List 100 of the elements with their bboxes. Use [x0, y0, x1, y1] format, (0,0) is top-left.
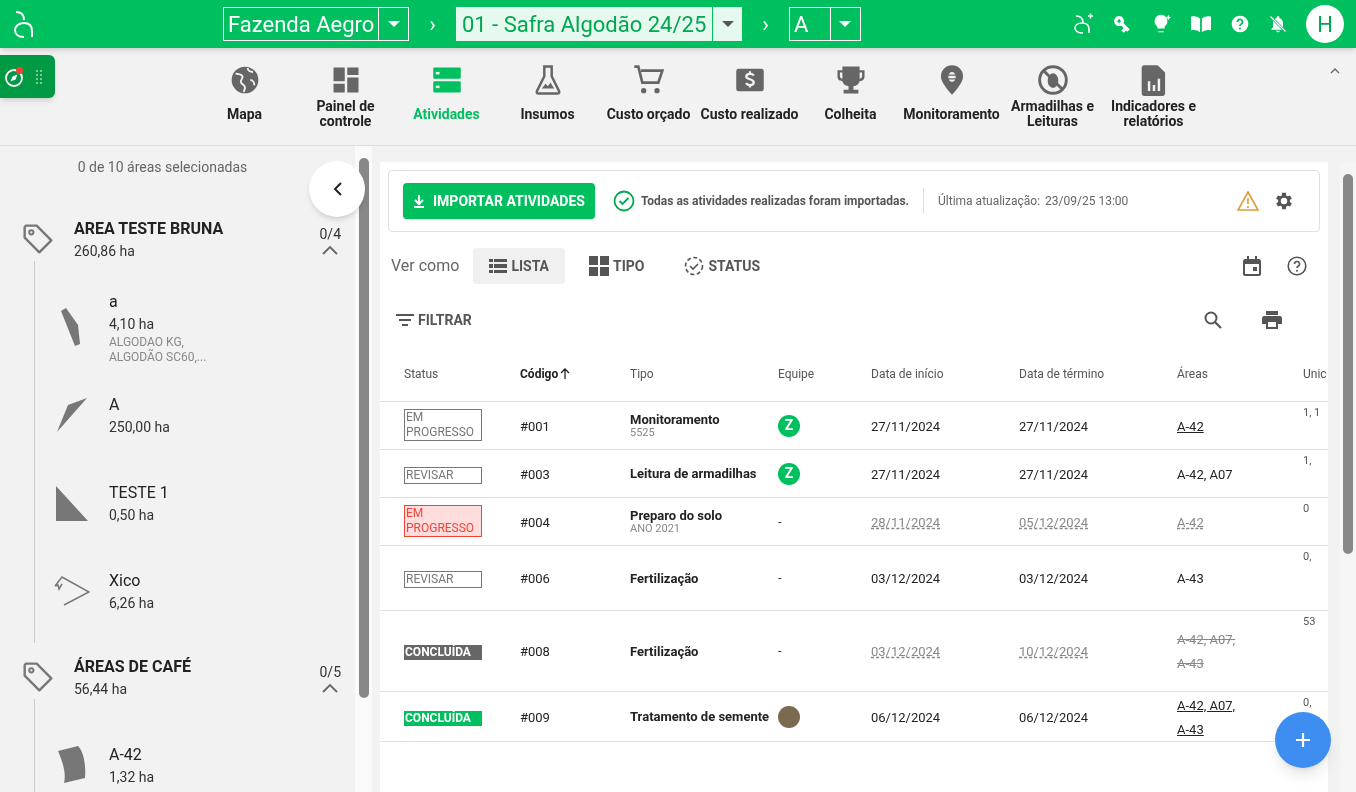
type-cell-text: Fertilização — [630, 643, 700, 659]
areas-cell: A-42, A07, A-43 — [1177, 632, 1236, 671]
status-badge: EM PROGRESSO — [404, 504, 482, 537]
key-icon[interactable] — [1112, 14, 1132, 34]
area-item[interactable]: A-42 1,32 ha — [35, 721, 355, 792]
area-name: TESTE 1 — [109, 481, 169, 504]
team-cell-text: - — [778, 642, 782, 661]
area-item[interactable]: Xico 6,26 ha — [35, 547, 355, 635]
code-cell: #003 — [520, 466, 550, 482]
floating-compass-widget[interactable] — [0, 55, 55, 98]
nav-item[interactable]: Monitoramento — [901, 62, 1002, 145]
field-shape-icon — [57, 746, 87, 784]
collapse-icon[interactable] — [322, 244, 339, 255]
drag-handle-icon[interactable] — [36, 69, 42, 84]
print-icon[interactable] — [1262, 311, 1282, 329]
view-tab[interactable]: TIPO — [573, 248, 661, 284]
column-header[interactable]: Data de início — [871, 364, 1019, 383]
start-date-cell: 28/11/2024 — [871, 514, 941, 530]
area-group-header[interactable]: ÁREAS DE CAFÉ 56,44 ha 0/5 — [0, 655, 355, 699]
code-cell: #001 — [520, 418, 550, 434]
search-icon[interactable] — [1204, 311, 1222, 329]
last-update-label: Última atualização: — [938, 192, 1041, 210]
import-status-message: Todas as atividades realizadas foram importadas. — [640, 193, 910, 210]
nav-item[interactable]: Custo orçado — [598, 62, 699, 145]
areas-cell: A-42 — [1177, 418, 1204, 434]
group-name: AREA TESTE BRUNA — [74, 217, 225, 240]
team-cell-text: - — [778, 512, 782, 531]
group-area: 260,86 ha — [74, 240, 320, 262]
end-date-cell: 10/12/2024 — [1019, 644, 1089, 659]
tag-icon — [22, 661, 54, 693]
column-header[interactable]: Data de término — [1019, 364, 1177, 383]
status-badge: REVISAR — [404, 571, 482, 588]
table-cell-text: 53 — [1303, 615, 1317, 628]
collapse-icon[interactable] — [1330, 68, 1340, 74]
type-detail: 5525 — [630, 427, 656, 439]
collapse-sidebar-button[interactable] — [309, 161, 365, 217]
user-avatar-placeholder — [778, 705, 800, 728]
area-name: A-42 — [109, 743, 143, 766]
pin-bug-icon — [938, 64, 965, 96]
nav-item[interactable]: Colheita — [800, 62, 901, 145]
view-tab[interactable]: LISTA — [473, 248, 565, 284]
column-header[interactable]: Tipo — [630, 364, 778, 383]
list-rows-icon — [431, 65, 462, 95]
settings-icon[interactable] — [1273, 190, 1295, 212]
report-chart-icon — [1140, 64, 1167, 96]
start-date-cell: 03/12/2024 — [871, 571, 941, 586]
column-header[interactable]: Status — [404, 364, 520, 383]
nav-item[interactable]: Indicadores e relatórios — [1103, 62, 1204, 145]
table-cell-text: 1, 1 — [1303, 406, 1322, 419]
column-header[interactable]: Código — [520, 364, 630, 383]
table-cell-text: 1, — [1303, 454, 1313, 467]
end-date-cell: 03/12/2024 — [1019, 571, 1089, 586]
area-name: Xico — [109, 569, 142, 592]
area-item[interactable]: A 250,00 ha — [35, 371, 355, 459]
nav-item[interactable]: Painel de controle — [295, 62, 396, 145]
status-badge: CONCLUÍDA — [404, 710, 482, 726]
area-name: a — [109, 290, 119, 313]
areas-cell: A-43 — [1177, 571, 1204, 586]
calendar-icon[interactable] — [1243, 256, 1261, 276]
group-area: 56,44 ha — [74, 678, 320, 700]
area-size: 4,10 ha — [109, 314, 156, 334]
start-date-cell: 27/11/2024 — [871, 466, 941, 482]
selection-summary: 0 de 10 áreas selecionadas — [76, 158, 249, 177]
notifications-off-icon[interactable] — [1268, 13, 1288, 35]
team-cell-text: - — [778, 569, 782, 588]
nav-item[interactable]: Armadilhas e Leituras — [1002, 62, 1103, 145]
area-group-header[interactable]: AREA TESTE BRUNA 260,86 ha 0/4 — [0, 217, 355, 261]
column-header[interactable]: Áreas — [1177, 364, 1303, 383]
table-cell-text: 0, — [1303, 696, 1313, 709]
field-shape-icon — [54, 576, 90, 606]
selected-count: 0/4 — [319, 224, 341, 244]
nav-item[interactable]: Custo realizado — [699, 62, 800, 145]
view-tab[interactable]: STATUS — [668, 248, 777, 284]
help-icon[interactable] — [1287, 256, 1307, 276]
end-date-cell: 05/12/2024 — [1019, 514, 1089, 530]
status-badge: EM PROGRESSO — [404, 408, 482, 441]
breadcrumb-separator: › — [762, 10, 769, 39]
list-icon — [489, 259, 508, 273]
selected-count: 0/5 — [319, 662, 341, 682]
filter-button[interactable]: FILTRAR — [396, 309, 472, 331]
column-header[interactable]: Equipe — [778, 364, 871, 383]
area-item[interactable]: a 4,10 ha ALGODAO KG, ALGODÃO SC60,... — [35, 283, 355, 371]
type-cell: Tratamento de semente — [630, 709, 770, 724]
areas-cell: A-42, A07 — [1177, 466, 1233, 482]
check-circle-icon — [612, 190, 635, 212]
collapse-icon[interactable] — [322, 682, 339, 693]
end-date-cell: 06/12/2024 — [1019, 709, 1089, 725]
column-header[interactable]: Unic — [1303, 364, 1328, 383]
book-icon[interactable] — [1190, 14, 1212, 34]
add-user-icon[interactable] — [1072, 13, 1094, 35]
trophy-icon — [835, 64, 866, 96]
nav-item[interactable]: Insumos — [497, 62, 598, 145]
breadcrumb-separator: › — [429, 10, 436, 39]
area-item[interactable]: TESTE 1 0,50 ha — [35, 459, 355, 547]
type-cell-text: Fertilização — [630, 570, 700, 586]
last-update-value: 23/09/25 13:00 — [1045, 193, 1129, 210]
nav-item[interactable]: Mapa — [194, 62, 295, 145]
end-date-cell: 27/11/2024 — [1019, 418, 1089, 434]
area-size: 1,32 ha — [109, 767, 155, 787]
status-badge: CONCLUÍDA — [404, 645, 482, 660]
